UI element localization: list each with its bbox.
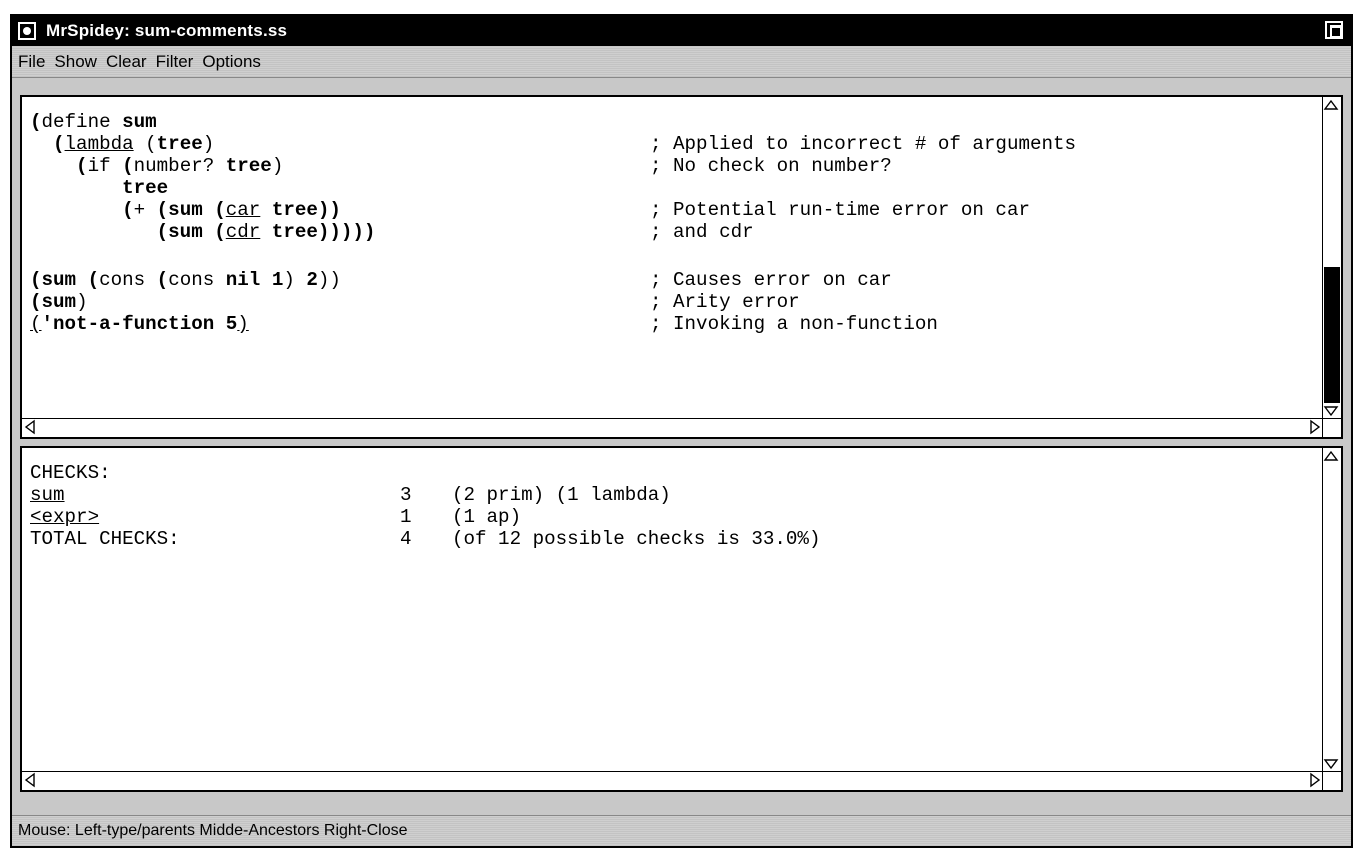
scroll-up-icon[interactable] — [1323, 97, 1339, 113]
source-pane: (define sum (lambda (tree) ; Applied to … — [20, 95, 1343, 439]
scroll-corner — [1322, 771, 1341, 790]
code-line: (define sum — [30, 111, 157, 133]
code-comment: ; Arity error — [650, 291, 800, 313]
check-count: 1 — [400, 506, 412, 528]
menu-show[interactable]: Show — [54, 52, 97, 72]
scroll-right-icon[interactable] — [1307, 772, 1323, 788]
status-bar: Mouse: Left-type/parents Midde-Ancestors… — [12, 815, 1351, 846]
checks-row: <expr> — [30, 506, 99, 528]
code-comment: ; and cdr — [650, 221, 754, 243]
scroll-down-icon[interactable] — [1323, 403, 1339, 419]
window-title: MrSpidey: sum-comments.ss — [46, 21, 288, 40]
title-bar[interactable]: MrSpidey: sum-comments.ss — [12, 16, 1351, 46]
scroll-up-icon[interactable] — [1323, 448, 1339, 464]
checks-text[interactable]: CHECKS: sum 3 (2 prim) (1 lambda) <expr>… — [22, 448, 1323, 772]
status-text: Mouse: Left-type/parents Midde-Ancestors… — [18, 822, 408, 839]
cdr-link[interactable]: cdr — [226, 221, 261, 243]
menu-filter[interactable]: Filter — [156, 52, 194, 72]
paren-link-open[interactable]: ( — [30, 313, 42, 335]
check-detail: (of 12 possible checks is 33.0%) — [452, 528, 821, 550]
scroll-corner — [1322, 418, 1341, 437]
check-name-link[interactable]: <expr> — [30, 506, 99, 528]
code-line: (sum (cdr tree))))) — [30, 221, 376, 243]
maximize-icon[interactable] — [1325, 21, 1343, 39]
source-hscrollbar[interactable] — [22, 418, 1323, 437]
code-comment: ; Causes error on car — [650, 269, 892, 291]
paren-link-close[interactable]: ) — [237, 313, 249, 335]
check-name-link[interactable]: sum — [30, 484, 65, 506]
scroll-left-icon[interactable] — [22, 419, 38, 435]
checks-vscrollbar[interactable] — [1322, 448, 1341, 772]
scroll-thumb[interactable] — [1324, 267, 1340, 403]
code-comment: ; Invoking a non-function — [650, 313, 938, 335]
menu-file[interactable]: File — [18, 52, 45, 72]
code-comment: ; No check on number? — [650, 155, 892, 177]
menu-bar: File Show Clear Filter Options — [12, 47, 1351, 78]
code-line: tree — [30, 177, 169, 199]
code-comment: ; Potential run-time error on car — [650, 199, 1030, 221]
source-text[interactable]: (define sum (lambda (tree) ; Applied to … — [22, 97, 1323, 419]
check-count: 4 — [400, 528, 412, 550]
checks-hscrollbar[interactable] — [22, 771, 1323, 790]
car-link[interactable]: car — [226, 199, 261, 221]
check-detail: (2 prim) (1 lambda) — [452, 484, 671, 506]
checks-pane: CHECKS: sum 3 (2 prim) (1 lambda) <expr>… — [20, 446, 1343, 792]
checks-total-label: TOTAL CHECKS: — [30, 528, 180, 550]
code-line: (+ (sum (car tree)) — [30, 199, 341, 221]
code-line: (lambda (tree) — [30, 133, 215, 155]
check-detail: (1 ap) — [452, 506, 522, 528]
menu-clear[interactable]: Clear — [106, 52, 147, 72]
source-vscrollbar[interactable] — [1322, 97, 1341, 419]
code-line: ('not-a-function 5) — [30, 313, 249, 335]
checks-header: CHECKS: — [30, 462, 111, 484]
code-line: (sum (cons (cons nil 1) 2)) — [30, 269, 341, 291]
code-line: (sum) — [30, 291, 88, 313]
lambda-link[interactable]: lambda — [65, 133, 134, 155]
window-menu-icon[interactable] — [18, 22, 36, 40]
scroll-left-icon[interactable] — [22, 772, 38, 788]
menu-options[interactable]: Options — [202, 52, 261, 72]
code-comment: ; Applied to incorrect # of arguments — [650, 133, 1077, 155]
app-window: MrSpidey: sum-comments.ss File Show Clea… — [10, 14, 1353, 848]
scroll-down-icon[interactable] — [1323, 756, 1339, 772]
scroll-right-icon[interactable] — [1307, 419, 1323, 435]
code-line: (if (number? tree) — [30, 155, 284, 177]
checks-row: sum — [30, 484, 65, 506]
check-count: 3 — [400, 484, 412, 506]
